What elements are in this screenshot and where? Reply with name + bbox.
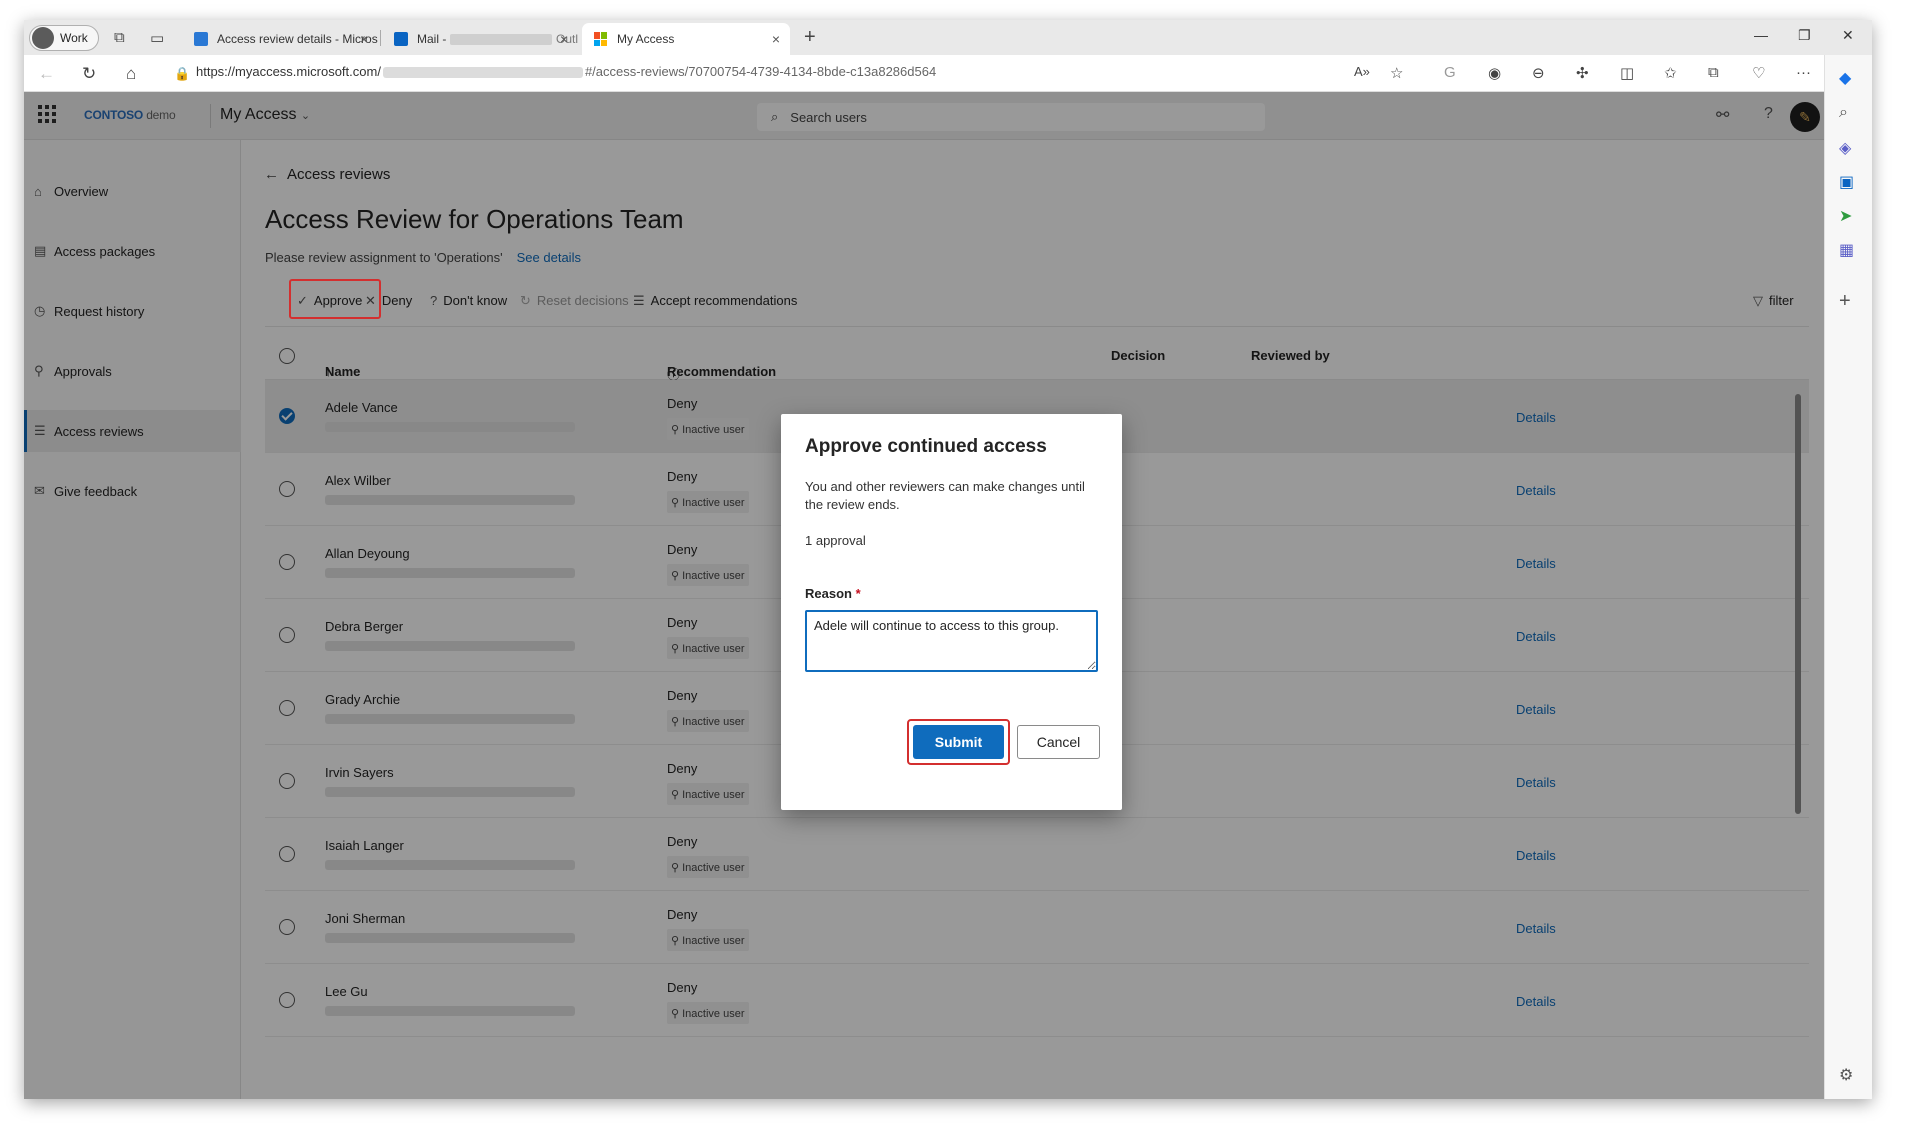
close-window-icon[interactable]: ✕ — [1842, 27, 1854, 44]
back-icon[interactable]: ← — [38, 64, 55, 84]
avatar — [32, 27, 54, 49]
close-icon[interactable]: × — [772, 31, 780, 47]
add-icon[interactable]: + — [1839, 290, 1851, 313]
collections-icon[interactable]: ⧉ — [1708, 64, 1719, 81]
dialog-title: Approve continued access — [805, 436, 1047, 457]
extensions-icon[interactable]: ✣ — [1576, 64, 1589, 82]
restore-icon[interactable]: ❐ — [1798, 27, 1811, 44]
blurred-text — [382, 67, 583, 79]
profile-button[interactable]: Work — [29, 25, 99, 51]
workspaces-icon[interactable]: ⧉ — [114, 29, 125, 46]
submit-button[interactable]: Submit — [913, 725, 1004, 759]
tab-title: My Access — [617, 32, 675, 46]
browser-essentials-icon[interactable]: ♡ — [1752, 64, 1765, 82]
required-mark: * — [855, 586, 861, 601]
approve-highlight — [289, 279, 381, 319]
edge-sidebar: ◆ ⌕ ◈ ▣ ➤ ▦ + ⚙ — [1824, 55, 1872, 1099]
profile-label: Work — [60, 31, 88, 45]
lock-icon[interactable]: 🔒 — [174, 66, 190, 82]
microsoft-icon — [594, 32, 608, 46]
office-icon[interactable]: ◈ — [1839, 138, 1851, 158]
tab-access-review-details[interactable]: Access review details - Microsoft × — [182, 23, 378, 55]
send-icon[interactable]: ➤ — [1839, 206, 1852, 226]
favorite-star-icon[interactable]: ☆ — [1390, 64, 1403, 82]
app-area: CONTOSO demo My Access ⌄ ⌕ Search users ⚯… — [24, 92, 1824, 1099]
favorites-icon[interactable]: ✩ — [1664, 64, 1677, 82]
url-prefix: https://myaccess.microsoft.com/ — [196, 64, 381, 79]
copilot-icon[interactable]: ◆ — [1839, 68, 1851, 88]
reason-label-text: Reason — [805, 586, 852, 601]
tab-my-access[interactable]: My Access × — [582, 23, 790, 55]
outlook-icon — [394, 32, 408, 46]
minimize-icon[interactable]: — — [1754, 27, 1768, 43]
browser-window: Work ⧉ ▭ Access review details - Microso… — [24, 20, 1872, 1099]
cancel-button[interactable]: Cancel — [1017, 725, 1100, 759]
close-icon[interactable]: × — [560, 31, 568, 47]
address-bar-row: ← ↻ ⌂ 🔒 https://myaccess.microsoft.com/ #… — [24, 55, 1872, 92]
dialog-body: You and other reviewers can make changes… — [805, 479, 1085, 512]
close-icon[interactable]: × — [360, 31, 368, 47]
approval-count: 1 approval — [805, 533, 866, 548]
blurred-text — [450, 33, 552, 45]
google-icon[interactable]: G — [1444, 64, 1456, 81]
tab-title: Access review details - Microsoft — [217, 32, 378, 46]
tab-actions-icon[interactable]: ▭ — [150, 29, 164, 47]
approve-dialog: Approve continued access You and other r… — [781, 414, 1122, 810]
reason-label: Reason * — [805, 586, 861, 601]
tab-title: Mail - — [417, 32, 447, 46]
new-tab-icon[interactable]: + — [804, 26, 816, 49]
search-icon[interactable]: ⌕ — [1839, 104, 1848, 122]
settings-icon[interactable]: ⚙ — [1839, 1065, 1853, 1085]
teams-icon[interactable]: ▦ — [1839, 240, 1854, 260]
url-suffix: #/access-reviews/70700754-4739-4134-8bde… — [584, 64, 937, 79]
tab-strip: Work ⧉ ▭ Access review details - Microso… — [24, 20, 1872, 55]
outlook-icon[interactable]: ▣ — [1839, 172, 1854, 192]
tab-mail[interactable]: Mail - Outl × — [382, 23, 578, 55]
tab-divider — [380, 30, 381, 46]
azure-icon — [194, 32, 208, 46]
extension-block-icon[interactable]: ⊖ — [1532, 64, 1545, 82]
split-screen-icon[interactable]: ◫ — [1620, 64, 1634, 82]
home-icon[interactable]: ⌂ — [126, 64, 136, 84]
reason-field[interactable]: Adele will continue to access to this gr… — [805, 610, 1098, 672]
more-menu-icon[interactable]: ··· — [1796, 64, 1811, 81]
read-aloud-icon[interactable]: A» — [1354, 64, 1370, 79]
url-field[interactable]: https://myaccess.microsoft.com/ #/access-… — [196, 64, 936, 79]
refresh-icon[interactable]: ↻ — [82, 64, 96, 84]
extension-privacy-icon[interactable]: ◉ — [1488, 64, 1501, 82]
